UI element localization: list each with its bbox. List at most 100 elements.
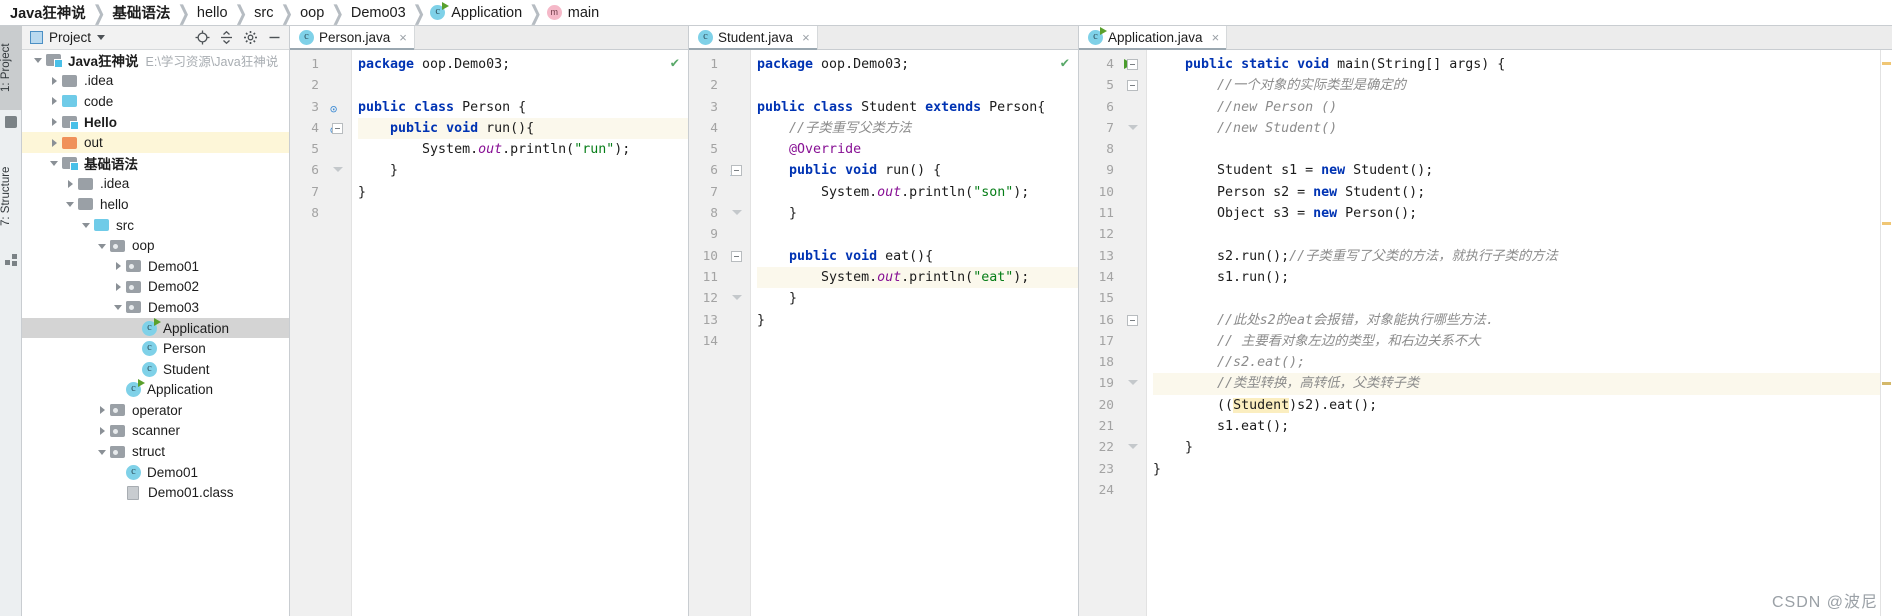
tree-twisty-open-icon[interactable]	[80, 218, 94, 232]
inspection-ok-icon[interactable]: ✔	[1061, 55, 1069, 71]
tree-twisty-open-icon[interactable]	[96, 239, 110, 253]
rail-button-project[interactable]: 1: Project	[0, 26, 22, 110]
tree-row-oop[interactable]: oop	[22, 235, 289, 256]
tab-Student-java[interactable]: Student.java ×	[689, 26, 818, 50]
pkg-folder-icon	[110, 445, 126, 459]
breadcrumb-item-6[interactable]: Demo03	[349, 5, 408, 21]
breadcrumb-item-5[interactable]: oop	[298, 5, 326, 21]
tree-twisty-closed-icon[interactable]	[96, 424, 110, 438]
rail-button-structure[interactable]: 7: Structure	[0, 146, 22, 246]
code-editor-1[interactable]: 12345678⊙⊙package oop.Demo03; public cla…	[290, 50, 688, 616]
fold-end-icon[interactable]	[1128, 124, 1138, 130]
tree-twisty-open-icon[interactable]	[64, 197, 78, 211]
tree-row-Demo03[interactable]: Demo03	[22, 297, 289, 318]
line-number: 8	[1106, 142, 1114, 158]
tree-row-[interactable]: 基础语法	[22, 153, 289, 174]
tree-twisty-open-icon[interactable]	[32, 53, 46, 67]
gear-icon[interactable]	[243, 30, 258, 45]
fold-gutter[interactable]: ⊙⊙	[324, 50, 352, 616]
code-editor-2[interactable]: 1234567891011121314↥package oop.Demo03; …	[689, 50, 1078, 616]
line-number: 4	[710, 120, 718, 136]
tree-row-Hello[interactable]: Hello	[22, 112, 289, 133]
line-number: 7	[311, 184, 319, 200]
tree-row-src[interactable]: src	[22, 215, 289, 236]
code-line: System.out.println("eat");	[757, 266, 1078, 289]
close-icon[interactable]: ×	[1212, 30, 1220, 45]
icon-wrap	[142, 361, 157, 377]
tree-row-struct[interactable]: struct	[22, 441, 289, 462]
tree-twisty-closed-icon[interactable]	[112, 280, 126, 294]
tree-row-Demo01class[interactable]: Demo01.class	[22, 482, 289, 503]
project-tree[interactable]: Java狂神说 E:\学习资源\Java狂神说 .idea code Hello out 基…	[22, 50, 289, 616]
line-number: 5	[1106, 78, 1114, 94]
breadcrumb-item-2[interactable]: 基础语法	[110, 2, 172, 23]
tree-row-Application[interactable]: Application	[22, 379, 289, 401]
breadcrumb-item-8[interactable]: main	[546, 5, 601, 21]
collapse-all-icon[interactable]	[219, 30, 234, 45]
chevron-down-icon[interactable]	[97, 35, 106, 40]
breadcrumb-item-3[interactable]: hello	[195, 5, 230, 21]
inspection-ok-icon[interactable]: ✔	[671, 55, 679, 71]
tree-row-hello[interactable]: hello	[22, 194, 289, 215]
tree-row-idea[interactable]: .idea	[22, 71, 289, 92]
tree-row-out[interactable]: out	[22, 132, 289, 153]
fold-gutter[interactable]	[1119, 50, 1147, 616]
line-number-gutter: 1 2 3 4 5 6 7 8 9 10 11 12 13 14	[689, 50, 723, 616]
tree-row-Student[interactable]: Student	[22, 359, 289, 380]
breadcrumb-item-4[interactable]: src	[252, 5, 275, 21]
tree-item-label: Application	[163, 320, 230, 336]
editor-scrollbar[interactable]	[1880, 50, 1892, 616]
hide-panel-icon[interactable]	[267, 30, 282, 45]
fold-end-icon[interactable]	[333, 167, 343, 173]
fold-end-icon[interactable]	[1128, 444, 1138, 450]
tree-twisty-closed-icon[interactable]	[48, 115, 62, 129]
line-number: 3	[710, 99, 718, 115]
tab-Person-java[interactable]: Person.java ×	[290, 26, 415, 50]
tree-row-Demo01[interactable]: Demo01	[22, 462, 289, 483]
tree-row-code[interactable]: code	[22, 91, 289, 112]
tree-row-Java[interactable]: Java狂神说 E:\学习资源\Java狂神说	[22, 50, 289, 71]
fold-gutter[interactable]: ↥	[723, 50, 751, 616]
breadcrumb-item-1[interactable]: Java狂神说	[8, 2, 88, 23]
code-content[interactable]: package oop.Demo03; public class Student…	[751, 50, 1078, 616]
fold-minus-icon[interactable]	[731, 165, 742, 177]
tree-row-Demo01[interactable]: Demo01	[22, 256, 289, 277]
code-content[interactable]: package oop.Demo03; public class Person …	[352, 50, 688, 616]
tree-twisty-closed-icon[interactable]	[96, 403, 110, 417]
breadcrumb-item-7[interactable]: Application	[430, 2, 524, 21]
implemented-marker-icon[interactable]: ⊙	[330, 102, 337, 116]
fold-minus-icon[interactable]	[1127, 314, 1138, 326]
fold-end-icon[interactable]	[732, 210, 742, 216]
fold-minus-icon[interactable]	[731, 250, 742, 262]
code-content[interactable]: public static void main(String[] args) {…	[1147, 50, 1892, 616]
close-icon[interactable]: ×	[399, 30, 407, 45]
tree-twisty-closed-icon[interactable]	[48, 136, 62, 150]
tree-twisty-closed-icon[interactable]	[48, 74, 62, 88]
tree-twisty-closed-icon[interactable]	[48, 94, 62, 108]
tree-twisty-closed-icon[interactable]	[64, 177, 78, 191]
code-editor-3[interactable]: 4 5 6 7 8 9 10 11 12 13 14 15 16 17 18 19 20 21 22 23 24 pub…	[1079, 50, 1892, 616]
tree-twisty-open-icon[interactable]	[48, 156, 62, 170]
tree-twisty-open-icon[interactable]	[96, 445, 110, 459]
fold-minus-icon[interactable]	[1127, 59, 1138, 70]
fold-end-icon[interactable]	[1128, 380, 1138, 386]
tree-twisty-open-icon[interactable]	[112, 300, 126, 314]
tree-row-Person[interactable]: Person	[22, 338, 289, 359]
class-icon	[698, 29, 713, 45]
fold-minus-icon[interactable]	[1127, 80, 1138, 92]
gray-folder-icon	[62, 74, 78, 88]
fold-minus-icon[interactable]	[332, 122, 343, 134]
tree-row-Demo02[interactable]: Demo02	[22, 277, 289, 298]
close-icon[interactable]: ×	[802, 30, 810, 45]
fold-end-icon[interactable]	[732, 295, 742, 301]
tree-row-operator[interactable]: operator	[22, 400, 289, 421]
tree-twisty-closed-icon[interactable]	[112, 259, 126, 273]
tab-Application-java[interactable]: Application.java ×	[1079, 26, 1228, 50]
tree-row-Application[interactable]: Application	[22, 317, 289, 339]
tree-row-idea[interactable]: .idea	[22, 174, 289, 195]
tree-row-scanner[interactable]: scanner	[22, 421, 289, 442]
line-number: 13	[1098, 248, 1114, 264]
locate-icon[interactable]	[195, 30, 210, 45]
